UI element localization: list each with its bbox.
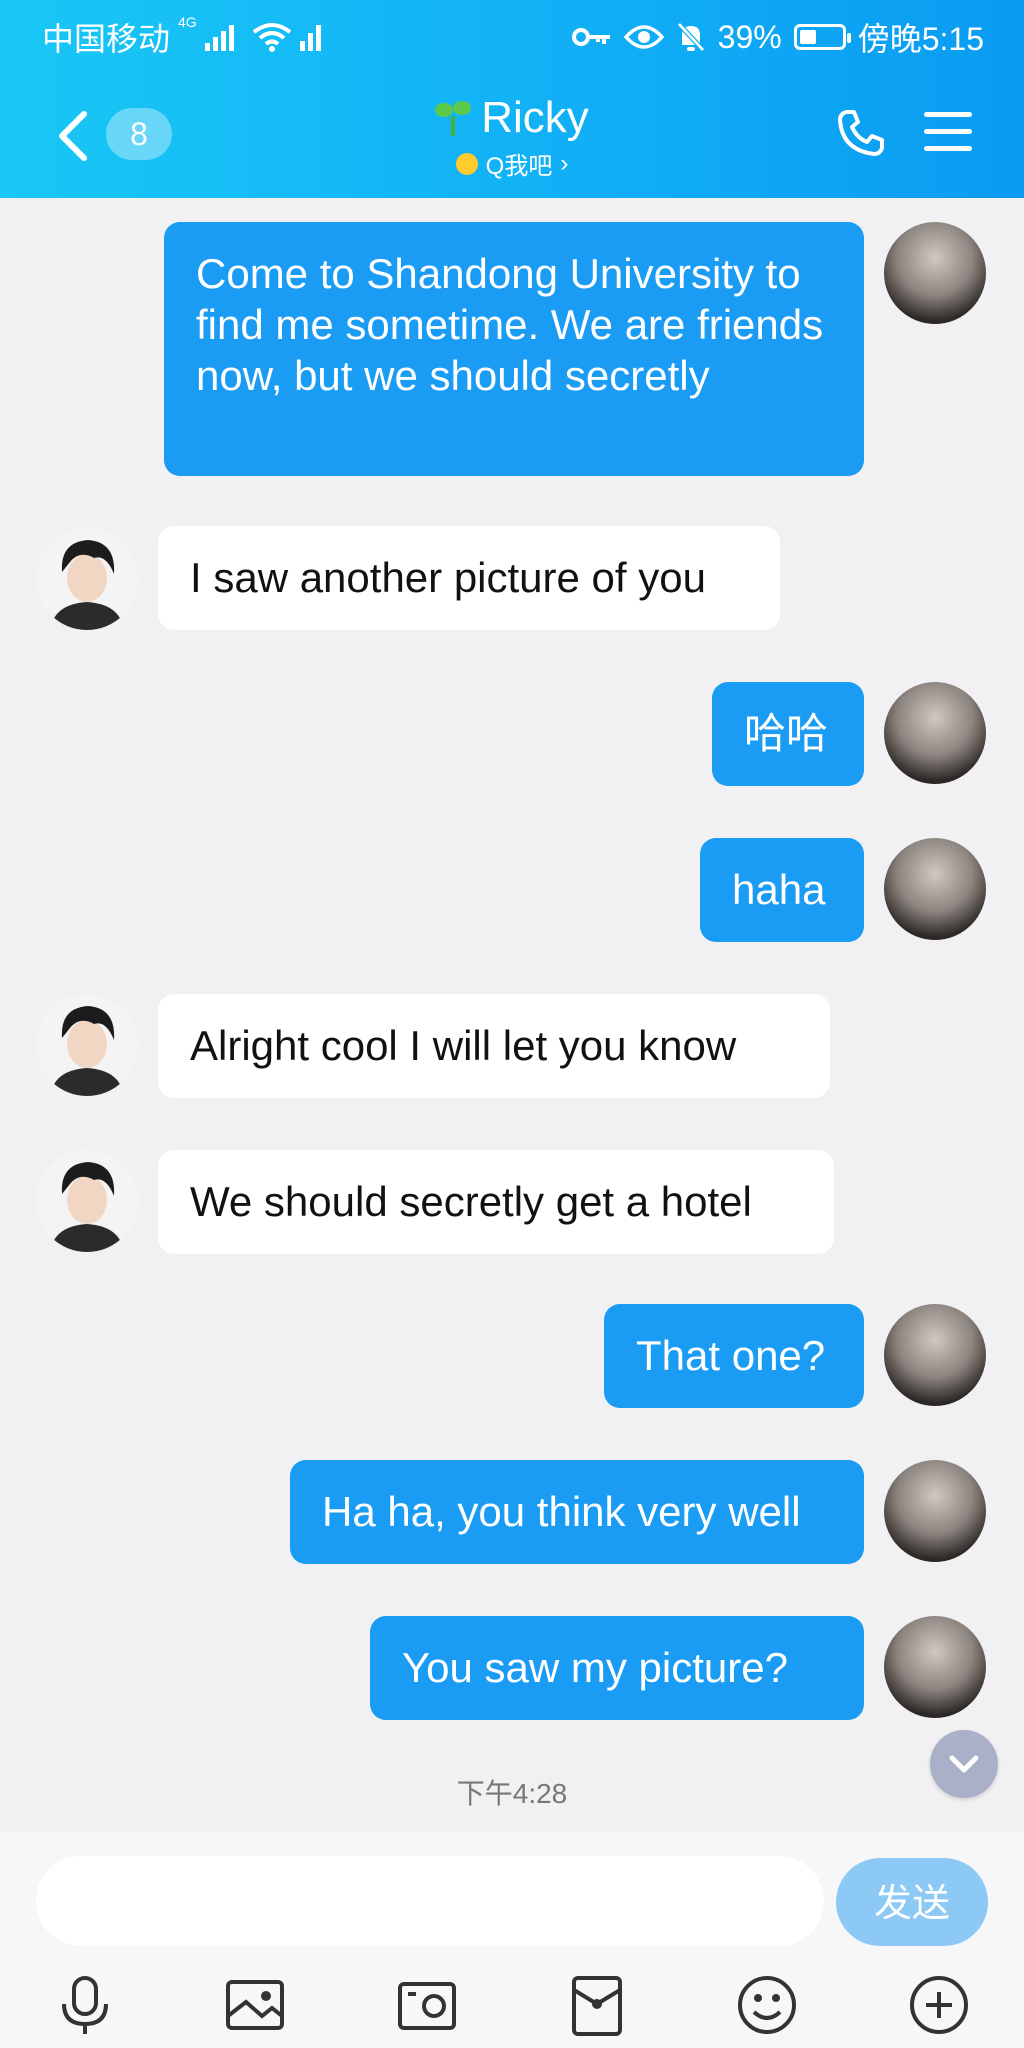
- plus-icon[interactable]: [906, 1972, 972, 2038]
- message-bubble[interactable]: Alright cool I will let you know: [158, 994, 830, 1098]
- menu-icon[interactable]: [924, 112, 972, 154]
- avatar-contact[interactable]: [36, 994, 138, 1096]
- wifi-icon: [252, 23, 291, 52]
- red-packet-icon[interactable]: [564, 1972, 630, 2038]
- signal-2-icon: [299, 23, 321, 51]
- emoji-icon[interactable]: [734, 1972, 800, 2038]
- composer: 发送: [0, 1832, 1024, 2048]
- carrier-label: 中国移动: [42, 21, 171, 57]
- status-bar: 中国移动 4G 39% 傍晚5:15: [0, 0, 1024, 70]
- avatar-contact[interactable]: [36, 528, 138, 630]
- avatar-self[interactable]: [884, 1460, 986, 1562]
- clock: 傍晚5:15: [857, 21, 984, 57]
- key-icon: [571, 28, 610, 46]
- avatar-self[interactable]: [884, 1616, 986, 1718]
- chevron-down-icon: [949, 1755, 979, 1773]
- contact-name: Ricky: [481, 93, 589, 142]
- network-badge: 4G: [178, 14, 197, 30]
- chevron-right-icon: ›: [560, 149, 569, 177]
- message-bubble[interactable]: That one?: [604, 1304, 864, 1408]
- phone-icon[interactable]: [836, 108, 886, 158]
- mute-bell-icon: [676, 22, 705, 52]
- timestamp: 下午4:28: [456, 1778, 568, 1809]
- message-bubble[interactable]: I saw another picture of you: [158, 526, 780, 630]
- avatar-self[interactable]: [884, 1304, 986, 1406]
- contact-subtitle: Q我吧: [485, 153, 553, 180]
- message-bubble[interactable]: haha: [700, 838, 864, 942]
- eye-icon: [623, 25, 664, 49]
- battery-icon: [793, 24, 851, 50]
- message-bubble[interactable]: Come to Shandong University to find me s…: [164, 222, 864, 476]
- image-icon[interactable]: [222, 1972, 288, 2038]
- avatar-self[interactable]: [884, 222, 986, 324]
- microphone-icon[interactable]: [52, 1972, 118, 2038]
- composer-toolbar: [0, 1962, 1024, 2048]
- avatar-self[interactable]: [884, 682, 986, 784]
- message-bubble[interactable]: Ha ha, you think very well: [290, 1460, 864, 1564]
- camera-icon[interactable]: [394, 1972, 460, 2038]
- chat-header: 中国移动 4G 39% 傍晚5:15 8 Ricky Q我吧 ›: [0, 0, 1024, 198]
- scroll-to-bottom-button[interactable]: [930, 1730, 998, 1798]
- battery-percent: 39%: [717, 18, 782, 55]
- message-input[interactable]: [36, 1856, 824, 1946]
- avatar-contact[interactable]: [36, 1150, 138, 1252]
- message-bubble[interactable]: You saw my picture?: [370, 1616, 864, 1720]
- signal-icon: [204, 23, 234, 51]
- avatar-self[interactable]: [884, 838, 986, 940]
- smiley-icon: [455, 152, 478, 175]
- send-button[interactable]: 发送: [836, 1858, 988, 1946]
- message-bubble[interactable]: 哈哈: [712, 682, 864, 786]
- nav-bar: 8 Ricky Q我吧 ›: [0, 90, 1024, 200]
- message-bubble[interactable]: We should secretly get a hotel: [158, 1150, 834, 1254]
- sprout-icon: [435, 101, 472, 136]
